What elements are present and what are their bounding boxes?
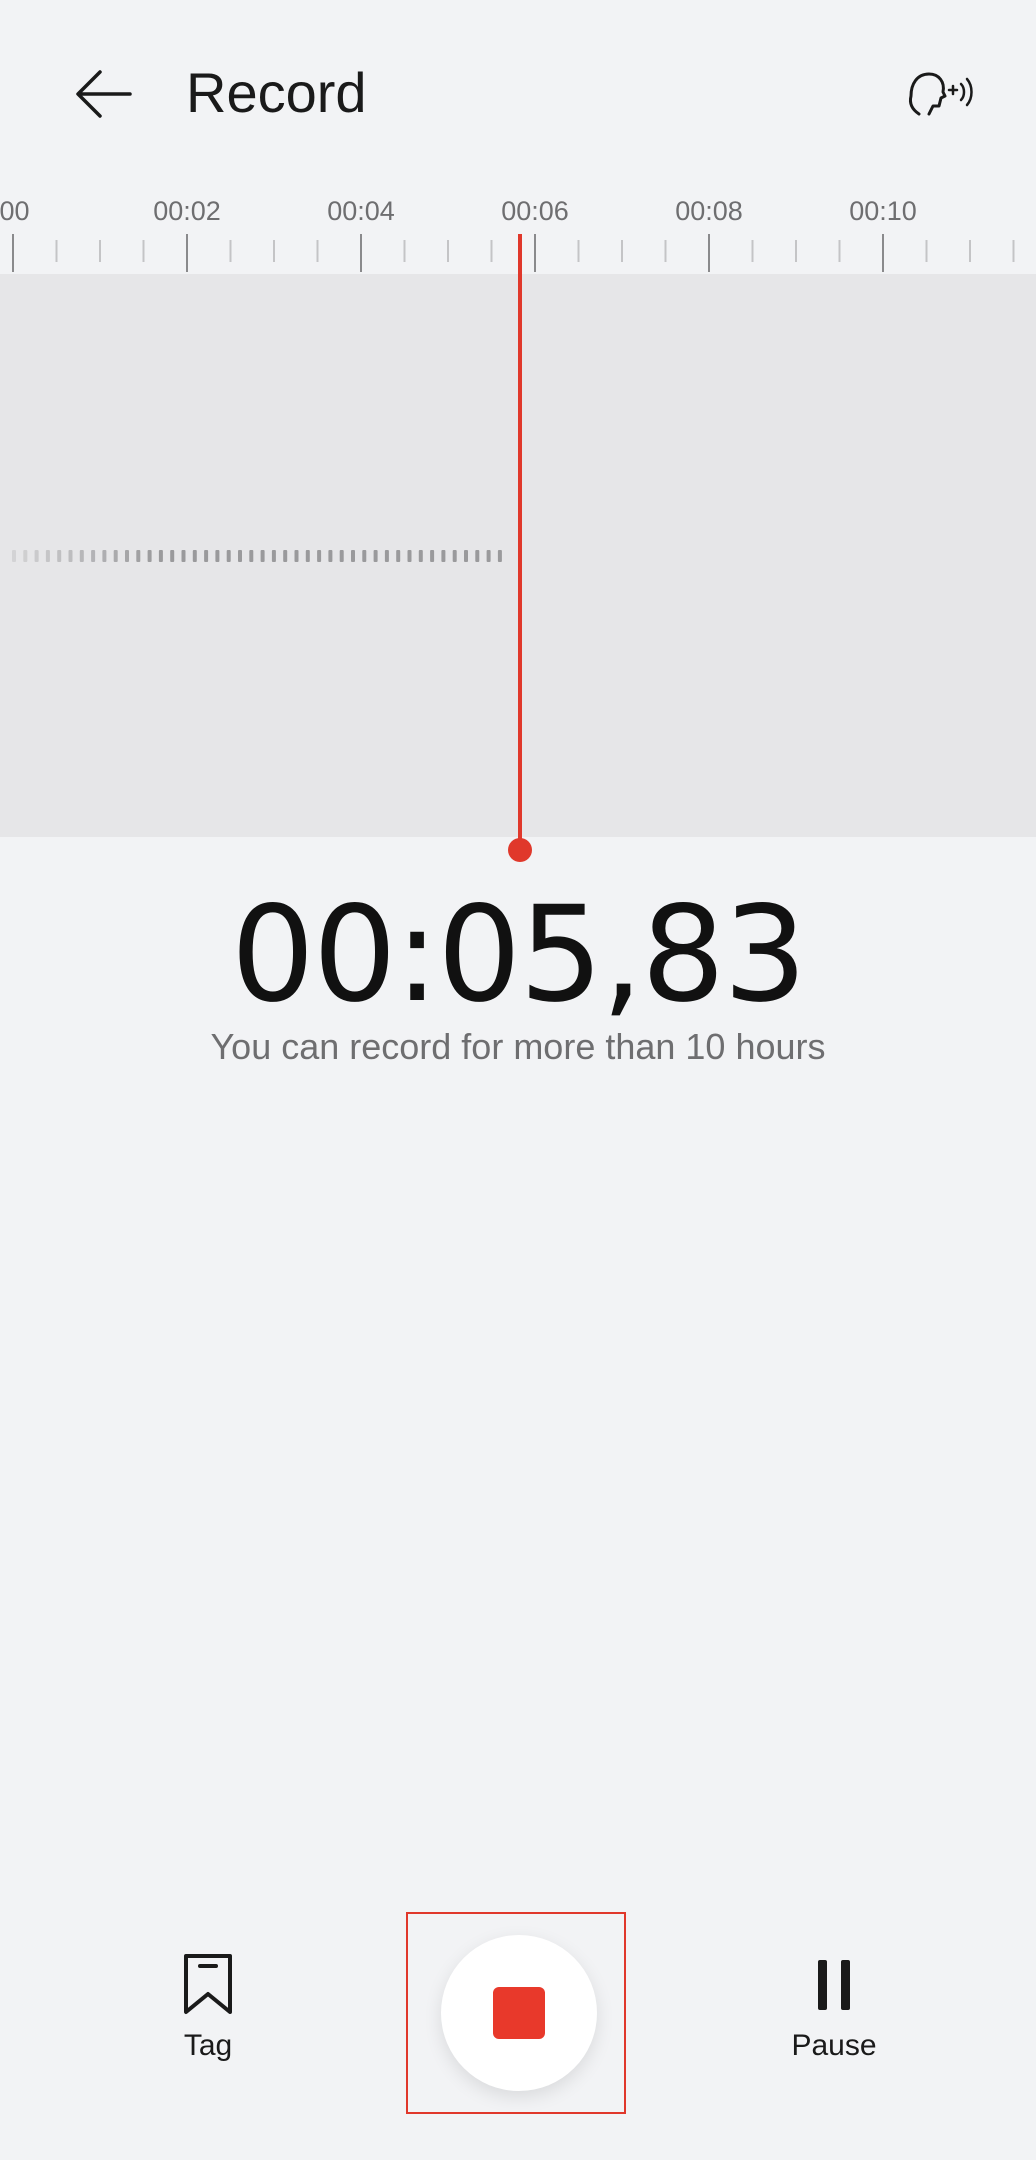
stop-icon [493, 1987, 545, 2039]
tag-label: Tag [183, 2029, 233, 2062]
ruler-time-label: 00:02 [153, 196, 221, 226]
waveform-sample [136, 550, 141, 562]
waveform-sample [158, 550, 163, 562]
pause-button[interactable]: Pause [774, 1950, 894, 2066]
top-app-bar: Record [0, 0, 1036, 180]
ruler-time-label: 00:04 [327, 196, 395, 226]
arrow-left-icon [76, 70, 132, 118]
waveform-sample [226, 550, 231, 562]
waveform-sample [486, 550, 491, 562]
waveform-sample [181, 550, 186, 562]
waveform-sample [12, 550, 16, 562]
waveform-sample [113, 550, 118, 562]
waveform-sample [362, 550, 367, 562]
waveform-sample [68, 550, 73, 562]
back-button[interactable] [66, 56, 142, 132]
waveform-sample [215, 550, 220, 562]
waveform-sample [464, 550, 468, 562]
waveform-sample [249, 550, 254, 562]
waveform-sample [102, 550, 107, 562]
waveform-sample [452, 550, 457, 562]
waveform-sample [351, 550, 355, 562]
playhead-line[interactable] [518, 234, 522, 848]
pause-icon [818, 1960, 850, 2010]
waveform-sample [147, 550, 152, 562]
waveform-sample [192, 550, 197, 562]
waveform-sample [396, 550, 401, 562]
waveform-sample [125, 550, 129, 562]
waveform-sample [497, 550, 502, 562]
waveform-sample [204, 550, 209, 562]
waveform-sample [328, 550, 333, 562]
waveform-sample [317, 550, 322, 562]
waveform-sample [34, 550, 39, 562]
tag-button[interactable]: Tag [148, 1950, 268, 2066]
waveform-sample [23, 550, 28, 562]
waveform-sample [260, 550, 265, 562]
playhead-handle[interactable] [508, 838, 532, 862]
waveform-sample [170, 550, 175, 562]
waveform-sample [294, 550, 299, 562]
waveform-sample [441, 550, 446, 562]
waveform-sample [79, 550, 84, 562]
ruler-time-label: 00:10 [849, 196, 917, 226]
waveform-sample [407, 550, 412, 562]
stop-button[interactable] [441, 1935, 597, 2091]
waveform-sample [238, 550, 242, 562]
waveform-sample [283, 550, 288, 562]
waveform-sample [339, 550, 344, 562]
waveform-sample [271, 550, 276, 562]
waveform-sample [430, 550, 435, 562]
page-title: Record [186, 61, 367, 124]
voice-enhance-icon [909, 72, 973, 116]
ruler-time-label: 00:06 [501, 196, 569, 226]
waveform-sample [384, 550, 389, 562]
waveform-sample [45, 550, 50, 562]
ruler-time-label: :00 [0, 196, 30, 226]
elapsed-time: 00:05,83 [230, 878, 807, 1032]
bookmark-icon [184, 1954, 232, 2014]
waveform-sample [91, 550, 96, 562]
waveform-sample [57, 550, 62, 562]
waveform-sample [475, 550, 480, 562]
ruler-time-label: 00:08 [675, 196, 743, 226]
voice-enhance-button[interactable] [892, 56, 982, 132]
waveform-sample [373, 550, 378, 562]
pause-label: Pause [791, 2029, 877, 2062]
recording-hint: You can record for more than 10 hours [210, 1026, 826, 1067]
waveform-sample [418, 550, 423, 562]
waveform-sample [305, 550, 310, 562]
